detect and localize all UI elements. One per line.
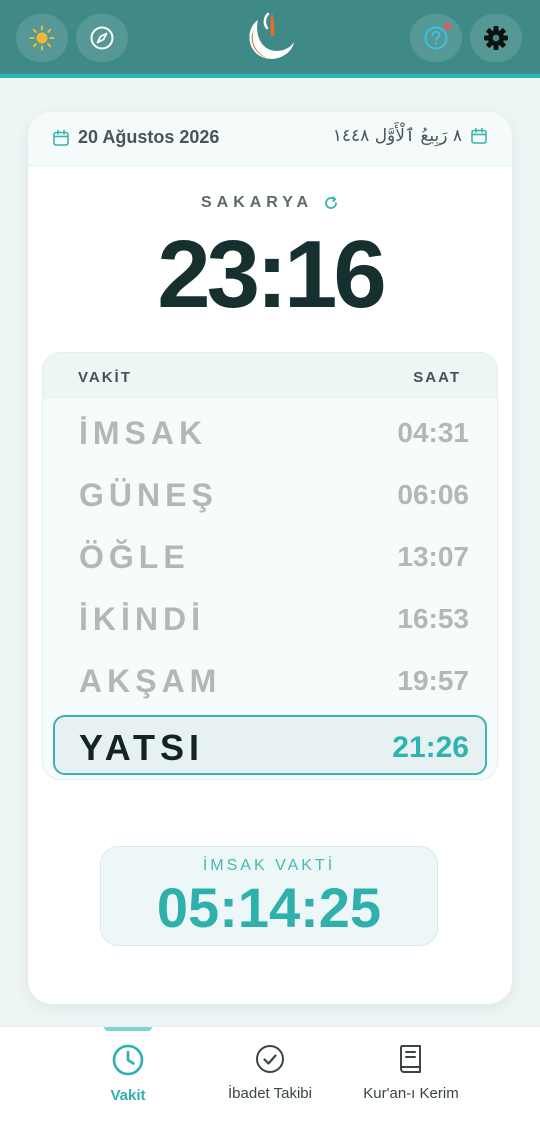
prayer-name: AKŞAM <box>79 663 222 699</box>
calendar-icon <box>471 127 487 144</box>
column-header-vakit: VAKİT <box>78 369 132 386</box>
next-prayer-countdown: İMSAK VAKTİ 05:14:25 <box>100 846 438 946</box>
settings-button[interactable] <box>470 14 522 62</box>
calendar-icon <box>53 129 69 146</box>
clock-icon <box>112 1044 144 1076</box>
countdown-label: İMSAK VAKTİ <box>202 857 336 874</box>
hijri-date-text: ٨ رَبِيعُ ٱلْأَوَّل ١٤٤٨ <box>332 126 462 146</box>
check-circle-icon <box>256 1045 284 1073</box>
theme-toggle-button[interactable] <box>16 14 68 62</box>
nav-tab-ibadet-takibi[interactable]: İbadet Takibi <box>210 1043 330 1102</box>
prayer-time: 19:57 <box>397 665 469 696</box>
nav-tab-kuran-kerim[interactable]: Kur'an-ı Kerim <box>350 1043 472 1102</box>
notification-dot <box>444 23 451 30</box>
compass-button[interactable] <box>76 14 128 62</box>
prayer-row-yatsi-active[interactable]: YATSI 21:26 <box>53 715 487 775</box>
city-name: SAKARYA <box>200 194 314 211</box>
prayer-row-ikindi[interactable]: İKİNDİ 16:53 <box>43 587 497 645</box>
nav-tab-label: İbadet Takibi <box>228 1085 312 1102</box>
prayer-name: GÜNEŞ <box>79 477 218 513</box>
prayer-time: 16:53 <box>397 603 469 634</box>
active-tab-indicator <box>104 1027 152 1031</box>
prayer-card: 20 Ağustos 2026 ٨ رَبِيعُ ٱلْأَوَّل ١٤٤٨… <box>28 112 512 1004</box>
prayer-name: İMSAK <box>79 415 208 451</box>
help-button[interactable] <box>410 14 462 62</box>
city-selector[interactable]: SAKARYA <box>28 194 512 212</box>
column-header-saat: SAAT <box>413 369 461 386</box>
bottom-navigation: Vakit İbadet Takibi Kur'an-ı Kerim <box>0 1026 540 1122</box>
prayer-name: ÖĞLE <box>79 539 190 575</box>
table-header: VAKİT SAAT <box>43 353 497 399</box>
book-icon <box>400 1045 421 1073</box>
prayer-row-ogle[interactable]: ÖĞLE 13:07 <box>43 525 497 583</box>
sun-icon <box>29 25 55 51</box>
top-bar <box>0 0 540 78</box>
prayer-time: 21:26 <box>392 731 469 764</box>
nav-tab-vakit[interactable]: Vakit <box>88 1043 168 1104</box>
prayer-time: 06:06 <box>397 479 469 510</box>
date-bar: 20 Ağustos 2026 ٨ رَبِيعُ ٱلْأَوَّل ١٤٤٨ <box>28 112 512 166</box>
gear-icon <box>484 26 508 50</box>
prayer-name: İKİNDİ <box>79 601 205 637</box>
prayer-row-aksam[interactable]: AKŞAM 19:57 <box>43 649 497 707</box>
prayer-row-imsak[interactable]: İMSAK 04:31 <box>43 401 497 459</box>
prayer-times-table: VAKİT SAAT İMSAK 04:31 GÜNEŞ 06:06 ÖĞLE … <box>42 352 498 780</box>
gregorian-date-text: 20 Ağustos 2026 <box>78 127 220 147</box>
prayer-time: 04:31 <box>397 417 469 448</box>
countdown-value: 05:14:25 <box>156 876 382 939</box>
prayer-name: YATSI <box>79 727 205 768</box>
crescent-logo-icon <box>249 12 294 59</box>
gregorian-date: 20 Ağustos 2026 <box>52 127 219 148</box>
current-time: 23:16 <box>157 221 387 328</box>
prayer-row-gunes[interactable]: GÜNEŞ 06:06 <box>43 463 497 521</box>
refresh-icon[interactable] <box>323 195 339 211</box>
prayer-time: 13:07 <box>397 541 469 572</box>
nav-tab-label: Kur'an-ı Kerim <box>363 1085 459 1102</box>
compass-icon <box>90 26 114 50</box>
nav-tab-label: Vakit <box>110 1087 146 1104</box>
hijri-date: ٨ رَبِيعُ ٱلْأَوَّل ١٤٤٨ <box>333 125 488 146</box>
